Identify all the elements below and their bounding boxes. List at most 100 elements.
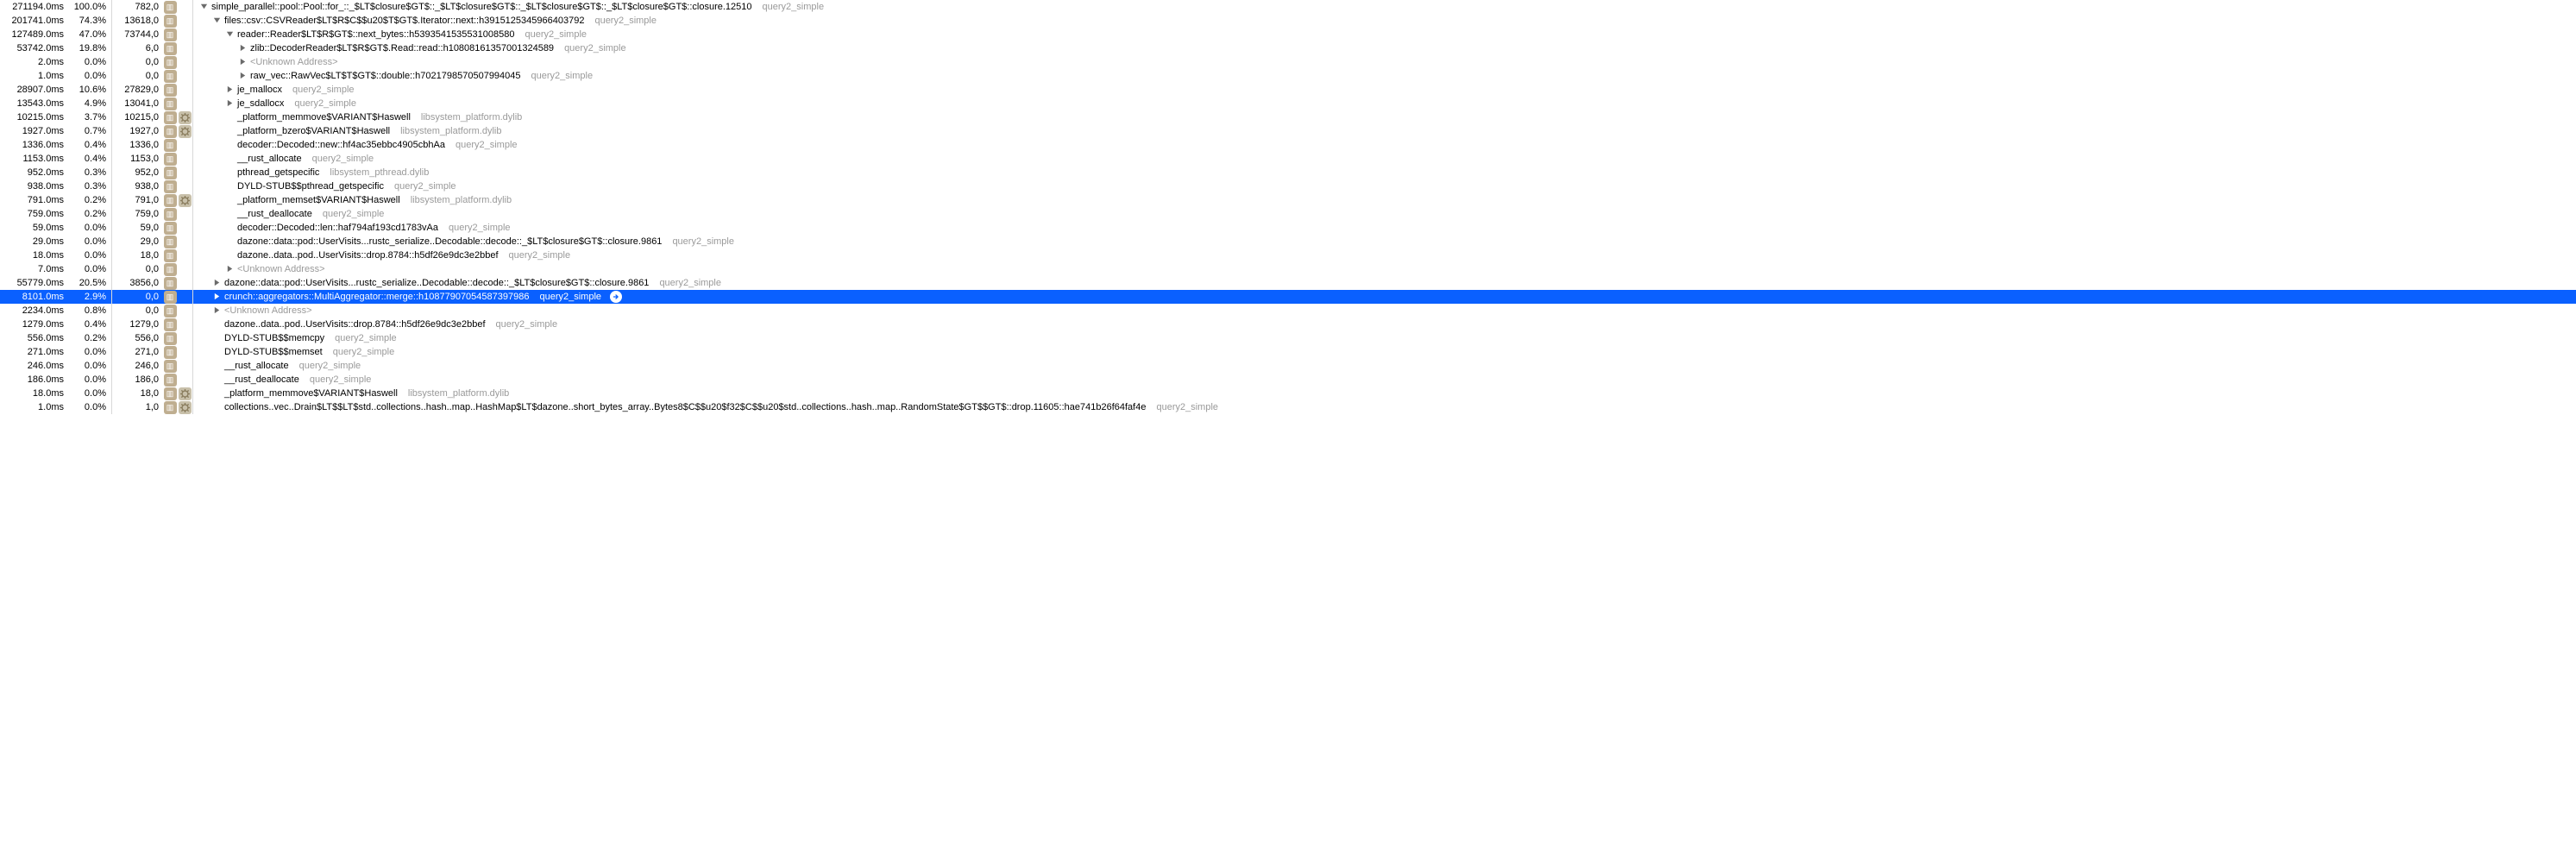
symbol-cell[interactable]: <Unknown Address> <box>193 304 2576 318</box>
disclosure-triangle-closed-icon[interactable] <box>226 85 234 93</box>
gear-icon[interactable] <box>179 401 192 414</box>
library-icon[interactable]: ▥ <box>164 153 177 166</box>
library-icon[interactable]: ▥ <box>164 125 177 138</box>
symbol-cell[interactable]: dazone..data..pod..UserVisits::drop.8784… <box>193 318 2576 331</box>
library-icon[interactable]: ▥ <box>164 291 177 304</box>
call-tree-row[interactable]: 1153.0ms0.4%1153,0▥__rust_allocatequery2… <box>0 152 2576 166</box>
symbol-cell[interactable]: _platform_memmove$VARIANT$Haswelllibsyst… <box>193 387 2576 400</box>
library-icon[interactable]: ▥ <box>164 401 177 414</box>
call-tree-row[interactable]: 10215.0ms3.7%10215,0▥_platform_memmove$V… <box>0 110 2576 124</box>
library-icon[interactable]: ▥ <box>164 387 177 400</box>
library-icon[interactable]: ▥ <box>164 28 177 41</box>
call-tree-row[interactable]: 2.0ms0.0%0,0▥<Unknown Address> <box>0 55 2576 69</box>
call-tree-row[interactable]: 28907.0ms10.6%27829,0▥je_mallocxquery2_s… <box>0 83 2576 97</box>
call-tree-row[interactable]: 186.0ms0.0%186,0▥__rust_deallocatequery2… <box>0 373 2576 387</box>
call-tree-row[interactable]: 952.0ms0.3%952,0▥pthread_getspecificlibs… <box>0 166 2576 179</box>
disclosure-triangle-closed-icon[interactable] <box>226 265 234 273</box>
library-icon[interactable]: ▥ <box>164 346 177 359</box>
symbol-cell[interactable]: dazone::data::pod::UserVisits...rustc_se… <box>193 276 2576 290</box>
call-tree-row[interactable]: 1.0ms0.0%1,0▥collections..vec..Drain$LT$… <box>0 400 2576 414</box>
symbol-cell[interactable]: <Unknown Address> <box>193 262 2576 276</box>
symbol-cell[interactable]: DYLD-STUB$$pthread_getspecificquery2_sim… <box>193 179 2576 193</box>
call-tree-row[interactable]: 938.0ms0.3%938,0▥DYLD-STUB$$pthread_gets… <box>0 179 2576 193</box>
symbol-cell[interactable]: __rust_deallocatequery2_simple <box>193 373 2576 387</box>
symbol-cell[interactable]: _platform_bzero$VARIANT$Haswelllibsystem… <box>193 124 2576 138</box>
symbol-cell[interactable]: je_mallocxquery2_simple <box>193 83 2576 97</box>
call-tree-row[interactable]: 7.0ms0.0%0,0▥<Unknown Address> <box>0 262 2576 276</box>
call-tree-row[interactable]: 271194.0ms100.0%782,0▥simple_parallel::p… <box>0 0 2576 14</box>
symbol-cell[interactable]: <Unknown Address> <box>193 55 2576 69</box>
call-tree-row[interactable]: 271.0ms0.0%271,0▥DYLD-STUB$$memsetquery2… <box>0 345 2576 359</box>
call-tree-row[interactable]: 1.0ms0.0%0,0▥raw_vec::RawVec$LT$T$GT$::d… <box>0 69 2576 83</box>
call-tree-row[interactable]: 2234.0ms0.8%0,0▥<Unknown Address> <box>0 304 2576 318</box>
library-icon[interactable]: ▥ <box>164 180 177 193</box>
symbol-cell[interactable]: DYLD-STUB$$memsetquery2_simple <box>193 345 2576 359</box>
call-tree-row[interactable]: 759.0ms0.2%759,0▥__rust_deallocatequery2… <box>0 207 2576 221</box>
disclosure-triangle-closed-icon[interactable] <box>239 72 247 79</box>
call-tree-row[interactable]: 1927.0ms0.7%1927,0▥_platform_bzero$VARIA… <box>0 124 2576 138</box>
library-icon[interactable]: ▥ <box>164 70 177 83</box>
library-icon[interactable]: ▥ <box>164 167 177 179</box>
gear-icon[interactable] <box>179 387 192 400</box>
call-tree-row[interactable]: 1336.0ms0.4%1336,0▥decoder::Decoded::new… <box>0 138 2576 152</box>
library-icon[interactable]: ▥ <box>164 194 177 207</box>
symbol-cell[interactable]: reader::Reader$LT$R$GT$::next_bytes::h53… <box>193 28 2576 41</box>
gear-icon[interactable] <box>179 194 192 207</box>
call-tree-row[interactable]: 18.0ms0.0%18,0▥dazone..data..pod..UserVi… <box>0 248 2576 262</box>
symbol-cell[interactable]: __rust_deallocatequery2_simple <box>193 207 2576 221</box>
call-tree-row[interactable]: 59.0ms0.0%59,0▥decoder::Decoded::len::ha… <box>0 221 2576 235</box>
symbol-cell[interactable]: raw_vec::RawVec$LT$T$GT$::double::h70217… <box>193 69 2576 83</box>
library-icon[interactable]: ▥ <box>164 332 177 345</box>
call-tree-row[interactable]: 29.0ms0.0%29,0▥dazone::data::pod::UserVi… <box>0 235 2576 248</box>
call-tree-row[interactable]: 246.0ms0.0%246,0▥__rust_allocatequery2_s… <box>0 359 2576 373</box>
symbol-cell[interactable]: zlib::DecoderReader$LT$R$GT$.Read::read:… <box>193 41 2576 55</box>
symbol-cell[interactable]: __rust_allocatequery2_simple <box>193 152 2576 166</box>
symbol-cell[interactable]: simple_parallel::pool::Pool::for_::_$LT$… <box>193 0 2576 14</box>
library-icon[interactable]: ▥ <box>164 222 177 235</box>
symbol-cell[interactable]: __rust_allocatequery2_simple <box>193 359 2576 373</box>
call-tree-row[interactable]: 55779.0ms20.5%3856,0▥dazone::data::pod::… <box>0 276 2576 290</box>
library-icon[interactable]: ▥ <box>164 1 177 14</box>
call-tree-row[interactable]: 127489.0ms47.0%73744,0▥reader::Reader$LT… <box>0 28 2576 41</box>
library-icon[interactable]: ▥ <box>164 360 177 373</box>
library-icon[interactable]: ▥ <box>164 15 177 28</box>
focus-arrow-icon[interactable] <box>610 291 622 303</box>
library-icon[interactable]: ▥ <box>164 42 177 55</box>
symbol-cell[interactable]: collections..vec..Drain$LT$$LT$std..coll… <box>193 400 2576 414</box>
library-icon[interactable]: ▥ <box>164 84 177 97</box>
library-icon[interactable]: ▥ <box>164 208 177 221</box>
disclosure-triangle-closed-icon[interactable] <box>226 99 234 107</box>
call-tree-table[interactable]: 271194.0ms100.0%782,0▥simple_parallel::p… <box>0 0 2576 414</box>
call-tree-row[interactable]: 8101.0ms2.9%0,0▥crunch::aggregators::Mul… <box>0 290 2576 304</box>
gear-icon[interactable] <box>179 125 192 138</box>
symbol-cell[interactable]: files::csv::CSVReader$LT$R$C$$u20$T$GT$.… <box>193 14 2576 28</box>
symbol-cell[interactable]: _platform_memmove$VARIANT$Haswelllibsyst… <box>193 110 2576 124</box>
symbol-cell[interactable]: crunch::aggregators::MultiAggregator::me… <box>193 290 2576 304</box>
disclosure-triangle-closed-icon[interactable] <box>213 279 221 286</box>
call-tree-row[interactable]: 201741.0ms74.3%13618,0▥files::csv::CSVRe… <box>0 14 2576 28</box>
disclosure-triangle-open-icon[interactable] <box>213 16 221 24</box>
library-icon[interactable]: ▥ <box>164 236 177 248</box>
disclosure-triangle-closed-icon[interactable] <box>213 292 221 300</box>
symbol-cell[interactable]: _platform_memset$VARIANT$Haswelllibsyste… <box>193 193 2576 207</box>
symbol-cell[interactable]: dazone..data..pod..UserVisits::drop.8784… <box>193 248 2576 262</box>
call-tree-row[interactable]: 13543.0ms4.9%13041,0▥je_sdallocxquery2_s… <box>0 97 2576 110</box>
symbol-cell[interactable]: je_sdallocxquery2_simple <box>193 97 2576 110</box>
symbol-cell[interactable]: DYLD-STUB$$memcpyquery2_simple <box>193 331 2576 345</box>
symbol-cell[interactable]: dazone::data::pod::UserVisits...rustc_se… <box>193 235 2576 248</box>
library-icon[interactable]: ▥ <box>164 263 177 276</box>
call-tree-row[interactable]: 18.0ms0.0%18,0▥_platform_memmove$VARIANT… <box>0 387 2576 400</box>
library-icon[interactable]: ▥ <box>164 139 177 152</box>
library-icon[interactable]: ▥ <box>164 249 177 262</box>
library-icon[interactable]: ▥ <box>164 277 177 290</box>
library-icon[interactable]: ▥ <box>164 97 177 110</box>
disclosure-triangle-open-icon[interactable] <box>226 30 234 38</box>
call-tree-row[interactable]: 1279.0ms0.4%1279,0▥dazone..data..pod..Us… <box>0 318 2576 331</box>
library-icon[interactable]: ▥ <box>164 318 177 331</box>
symbol-cell[interactable]: decoder::Decoded::new::hf4ac35ebbc4905cb… <box>193 138 2576 152</box>
library-icon[interactable]: ▥ <box>164 111 177 124</box>
call-tree-row[interactable]: 791.0ms0.2%791,0▥_platform_memset$VARIAN… <box>0 193 2576 207</box>
library-icon[interactable]: ▥ <box>164 56 177 69</box>
call-tree-row[interactable]: 53742.0ms19.8%6,0▥zlib::DecoderReader$LT… <box>0 41 2576 55</box>
disclosure-triangle-closed-icon[interactable] <box>239 58 247 66</box>
